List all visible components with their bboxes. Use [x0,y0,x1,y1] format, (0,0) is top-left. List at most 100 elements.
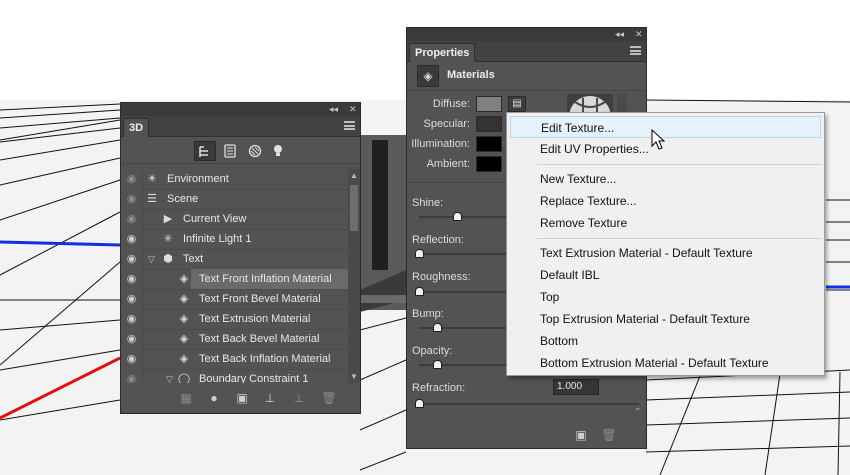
lights-icon[interactable] [267,141,289,161]
layer-label: Scene [167,193,199,205]
layer-label: Text Front Inflation Material [199,273,332,285]
menu-item-edit-uv-properties[interactable]: Edit UV Properties... [510,138,821,160]
layer-label: Text Front Bevel Material [199,293,321,305]
refraction-value-field[interactable]: 1.000 [553,379,599,395]
material-icon: ◈ [179,293,189,305]
layer-row-text-front-bevel-material[interactable]: ◉ ◈ Text Front Bevel Material [121,289,348,309]
tab-3d[interactable]: 3D [123,118,150,137]
delete-icon[interactable]: 🗑 [601,427,617,443]
menu-item-default-ibl[interactable]: Default IBL [510,264,821,286]
render-icon[interactable]: ▦ [178,390,194,406]
delete-icon[interactable]: 🗑 [321,390,337,406]
texture-context-menu: Edit Texture... Edit UV Properties... Ne… [506,112,825,376]
collapse-icon[interactable]: ◂◂ [329,103,338,116]
visibility-eye-icon[interactable]: ◉ [121,249,143,269]
menu-item-edit-texture[interactable]: Edit Texture... [510,116,821,138]
layer-label: Boundary Constraint 1 [199,373,309,383]
expand-chevron-icon[interactable]: ▽ [166,369,173,383]
diffuse-texture-menu-icon[interactable]: ▤ [508,96,526,112]
layer-label: Text Extrusion Material [199,313,311,325]
opacity-slider-knob[interactable] [433,360,442,369]
menu-item-replace-texture[interactable]: Replace Texture... [510,190,821,212]
layer-row-boundary-constraint[interactable]: ◉ ▽ ◯ Boundary Constraint 1 [121,369,348,383]
new-mesh-icon[interactable]: ▣ [234,390,250,406]
meshes-icon[interactable] [219,141,241,161]
new-texture-icon[interactable]: ▣ [573,427,589,443]
collapse-icon[interactable]: ◂◂ [615,28,624,41]
3d-text-object[interactable] [360,135,406,312]
layer-label: Text [183,253,204,265]
visibility-eye-icon[interactable]: ◉ [121,329,143,349]
layer-row-text-back-bevel-material[interactable]: ◉ ◈ Text Back Bevel Material [121,329,348,349]
ambient-label: Ambient: [426,158,470,170]
layer-tree-scrollbar[interactable]: ▲ ▼ [348,169,360,383]
shine-label: Shine: [412,197,444,209]
layer-row-current-view[interactable]: ◉ ▶ Current View [121,209,348,229]
panel-menu-icon[interactable] [630,46,641,55]
panel-menu-icon[interactable] [344,121,355,130]
menu-item-new-texture[interactable]: New Texture... [510,168,821,190]
visibility-eye-icon[interactable]: ◉ [121,309,143,329]
visibility-eye-icon[interactable]: ◉ [121,169,143,189]
roughness-slider-knob[interactable] [415,287,424,296]
visibility-eye-icon[interactable]: ◉ [121,289,143,309]
scrollbar-thumb[interactable] [350,185,358,231]
visibility-eye-icon[interactable]: ◉ [121,209,143,229]
specular-color-swatch[interactable] [476,116,502,132]
close-icon[interactable]: ✕ [349,103,357,116]
opacity-label: Opacity: [412,345,453,357]
refraction-slider-track[interactable] [419,403,639,405]
scroll-up-icon[interactable]: ▲ [350,171,358,180]
properties-bottom-toolbar: ▣ 🗑 [407,422,646,448]
constraint-icon[interactable]: ⟂ [291,390,307,406]
menu-item-top-extrusion-default-texture[interactable]: Top Extrusion Material - Default Texture [510,308,821,330]
refraction-label: Refraction: [412,382,466,394]
reflection-slider-knob[interactable] [415,249,424,258]
shine-slider-knob[interactable] [453,212,462,221]
layer-label: Environment [167,173,229,185]
ambient-color-swatch[interactable] [476,156,502,172]
place-icon[interactable]: ⊥ [262,390,278,406]
menu-item-text-extrusion-default-texture[interactable]: Text Extrusion Material - Default Textur… [510,242,821,264]
illumination-label: Illumination: [411,138,470,150]
visibility-eye-icon[interactable]: ◉ [121,189,143,209]
visibility-eye-icon[interactable]: ◉ [121,349,143,369]
bump-slider-knob[interactable] [433,323,442,332]
visibility-eye-icon[interactable]: ◉ [121,269,143,289]
layer-row-text-front-inflation-material[interactable]: ◉ ◈ Text Front Inflation Material [121,269,348,289]
visibility-eye-icon[interactable]: ◉ [121,229,143,249]
close-icon[interactable]: ✕ [635,28,643,41]
menu-item-bottom[interactable]: Bottom [510,330,821,352]
expand-chevron-icon[interactable]: ▽ [148,249,155,269]
material-icon: ◈ [179,353,189,365]
menu-item-remove-texture[interactable]: Remove Texture [510,212,821,234]
scroll-down-icon[interactable]: ▼ [350,372,358,381]
material-icon: ◈ [179,313,189,325]
panel-titlebar[interactable]: ◂◂ ✕ [407,28,646,41]
materials-icon[interactable] [244,141,266,161]
refraction-slider-knob[interactable] [415,399,424,408]
diffuse-color-swatch[interactable] [476,96,502,112]
whole-scene-icon[interactable] [194,141,216,161]
visibility-eye-icon[interactable]: ◉ [121,369,143,383]
layer-row-text-extrusion-material[interactable]: ◉ ◈ Text Extrusion Material [121,309,348,329]
layer-row-scene[interactable]: ◉ ☰ Scene [121,189,348,209]
menu-item-bottom-extrusion-default-texture[interactable]: Bottom Extrusion Material - Default Text… [510,352,821,374]
layer-row-text-back-inflation-material[interactable]: ◉ ◈ Text Back Inflation Material [121,349,348,369]
material-icon: ◈ [179,273,189,285]
menu-separator [537,164,821,165]
properties-scroll-down-icon[interactable]: ⌄ [634,402,642,413]
add-light-icon[interactable]: ● [206,390,222,406]
3d-layer-tree: ◉ ☀ Environment ◉ ☰ Scene ◉ ▶ Current Vi… [121,165,348,383]
panel-titlebar[interactable]: ◂◂ ✕ [121,103,360,116]
panel-tab-row: 3D [121,116,360,137]
3d-panel: ◂◂ ✕ 3D ◉ ☀ Environment ◉ ☰ Scene ◉ ▶ Cu… [120,102,361,414]
mesh-icon: ⬢ [163,253,173,265]
layer-row-environment[interactable]: ◉ ☀ Environment [121,169,348,189]
layer-row-text-mesh[interactable]: ◉ ▽ ⬢ Text [121,249,348,269]
layer-row-infinite-light[interactable]: ◉ ✳ Infinite Light 1 [121,229,348,249]
tab-properties[interactable]: Properties [409,43,476,62]
menu-item-top[interactable]: Top [510,286,821,308]
illumination-color-swatch[interactable] [476,136,502,152]
mouse-cursor-icon [651,129,665,150]
